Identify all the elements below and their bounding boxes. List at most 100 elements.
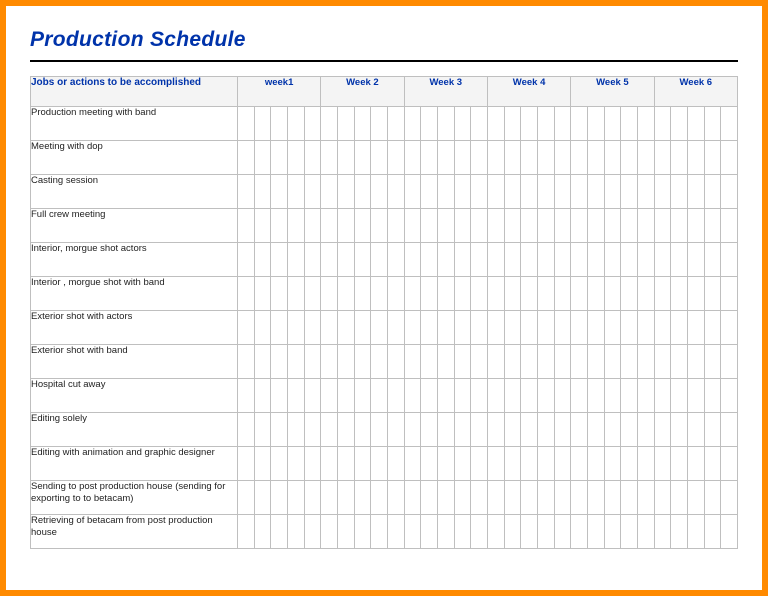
week-header: Week 6 — [654, 77, 737, 107]
day-cell — [587, 515, 604, 549]
day-cell — [287, 209, 304, 243]
day-cell — [321, 515, 338, 549]
day-cell — [504, 243, 521, 277]
day-cell — [337, 379, 354, 413]
day-cell — [671, 413, 688, 447]
day-cell — [387, 515, 404, 549]
day-cell — [671, 447, 688, 481]
day-cell — [454, 413, 471, 447]
day-cell — [554, 209, 571, 243]
day-cell — [721, 413, 738, 447]
day-cell — [471, 141, 488, 175]
day-cell — [637, 413, 654, 447]
page-title: Production Schedule — [30, 28, 738, 52]
day-cell — [471, 209, 488, 243]
day-cell — [687, 107, 704, 141]
day-cell — [721, 243, 738, 277]
day-cell — [304, 379, 321, 413]
day-cell — [387, 141, 404, 175]
day-cell — [487, 379, 504, 413]
day-cell — [671, 209, 688, 243]
day-cell — [471, 175, 488, 209]
job-cell: Exterior shot with band — [31, 345, 238, 379]
job-cell: Meeting with dop — [31, 141, 238, 175]
job-cell: Full crew meeting — [31, 209, 238, 243]
day-cell — [471, 447, 488, 481]
day-cell — [404, 515, 421, 549]
day-cell — [687, 175, 704, 209]
day-cell — [437, 345, 454, 379]
day-cell — [404, 141, 421, 175]
day-cell — [671, 277, 688, 311]
day-cell — [621, 447, 638, 481]
day-cell — [587, 481, 604, 515]
day-cell — [554, 175, 571, 209]
day-cell — [554, 515, 571, 549]
day-cell — [337, 107, 354, 141]
day-cell — [671, 141, 688, 175]
day-cell — [604, 379, 621, 413]
day-cell — [321, 345, 338, 379]
day-cell — [704, 243, 721, 277]
day-cell — [404, 175, 421, 209]
day-cell — [237, 311, 254, 345]
day-cell — [554, 447, 571, 481]
day-cell — [337, 413, 354, 447]
day-cell — [271, 175, 288, 209]
day-cell — [437, 243, 454, 277]
week-header: Week 5 — [571, 77, 654, 107]
day-cell — [454, 345, 471, 379]
day-cell — [471, 311, 488, 345]
day-cell — [271, 481, 288, 515]
day-cell — [304, 277, 321, 311]
day-cell — [454, 277, 471, 311]
day-cell — [571, 515, 588, 549]
day-cell — [337, 515, 354, 549]
day-cell — [271, 243, 288, 277]
schedule-table: Jobs or actions to be accomplishedweek1W… — [30, 76, 738, 549]
table-row: Interior , morgue shot with band — [31, 277, 738, 311]
jobs-header: Jobs or actions to be accomplished — [31, 77, 238, 107]
day-cell — [537, 515, 554, 549]
day-cell — [637, 515, 654, 549]
day-cell — [421, 345, 438, 379]
day-cell — [621, 209, 638, 243]
job-cell: Sending to post production house (sendin… — [31, 481, 238, 515]
day-cell — [554, 413, 571, 447]
job-cell: Retrieving of betacam from post producti… — [31, 515, 238, 549]
day-cell — [254, 379, 271, 413]
week-header: Week 3 — [404, 77, 487, 107]
job-cell: Exterior shot with actors — [31, 311, 238, 345]
day-cell — [371, 209, 388, 243]
job-cell: Editing with animation and graphic desig… — [31, 447, 238, 481]
day-cell — [237, 141, 254, 175]
day-cell — [337, 243, 354, 277]
day-cell — [404, 345, 421, 379]
day-cell — [471, 277, 488, 311]
day-cell — [637, 141, 654, 175]
day-cell — [521, 243, 538, 277]
table-row: Exterior shot with band — [31, 345, 738, 379]
day-cell — [337, 277, 354, 311]
day-cell — [587, 413, 604, 447]
day-cell — [554, 107, 571, 141]
day-cell — [471, 345, 488, 379]
day-cell — [537, 243, 554, 277]
day-cell — [537, 447, 554, 481]
day-cell — [487, 413, 504, 447]
day-cell — [371, 311, 388, 345]
day-cell — [637, 447, 654, 481]
day-cell — [671, 107, 688, 141]
day-cell — [387, 209, 404, 243]
day-cell — [687, 311, 704, 345]
day-cell — [404, 209, 421, 243]
day-cell — [671, 345, 688, 379]
day-cell — [404, 243, 421, 277]
day-cell — [471, 243, 488, 277]
day-cell — [521, 209, 538, 243]
day-cell — [421, 515, 438, 549]
day-cell — [721, 107, 738, 141]
day-cell — [287, 311, 304, 345]
day-cell — [404, 277, 421, 311]
day-cell — [704, 481, 721, 515]
